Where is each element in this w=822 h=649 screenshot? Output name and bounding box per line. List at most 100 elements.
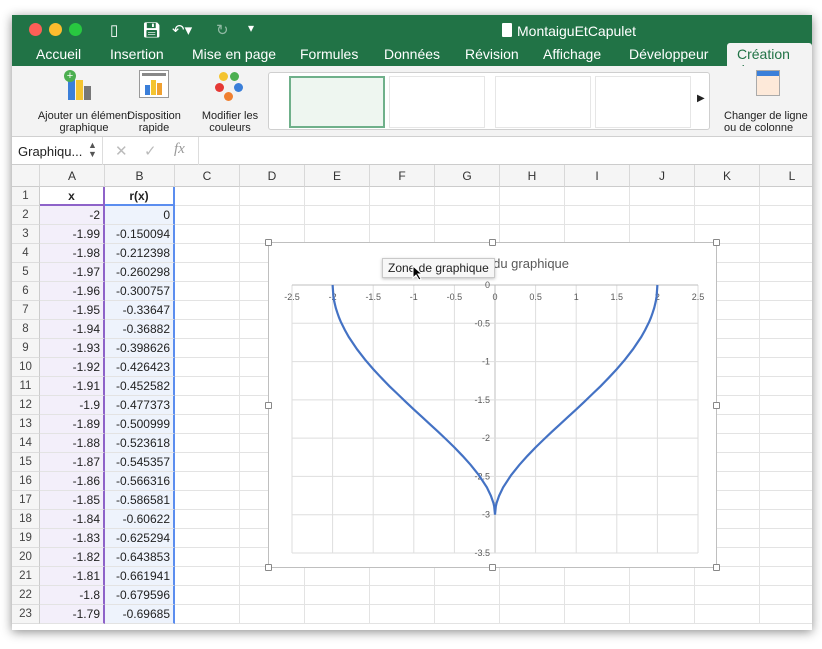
column-header-A[interactable]: A <box>40 165 105 187</box>
zoom-button[interactable] <box>69 23 82 36</box>
cell[interactable] <box>760 282 812 301</box>
header-cell[interactable] <box>240 187 305 206</box>
quick-layout-button[interactable]: Disposition rapide <box>122 70 186 134</box>
cell[interactable] <box>370 567 435 586</box>
cell[interactable]: -1.93 <box>40 339 105 358</box>
close-button[interactable] <box>29 23 42 36</box>
tab-revision[interactable]: Révision <box>465 46 519 62</box>
gallery-next-icon[interactable]: ▶ <box>697 93 705 104</box>
cell[interactable]: -1.8 <box>40 586 105 605</box>
column-header-J[interactable]: J <box>630 165 695 187</box>
row-header[interactable]: 23 <box>12 605 40 624</box>
cell[interactable] <box>175 358 240 377</box>
cell[interactable] <box>760 434 812 453</box>
cell[interactable]: -1.94 <box>40 320 105 339</box>
cell[interactable]: -2 <box>40 206 105 225</box>
row-header[interactable]: 12 <box>12 396 40 415</box>
row-header[interactable]: 5 <box>12 263 40 282</box>
chart-style-1[interactable] <box>289 76 385 128</box>
cell[interactable]: -1.87 <box>40 453 105 472</box>
cell[interactable]: -0.452582 <box>105 377 175 396</box>
cell[interactable] <box>760 605 812 624</box>
cell[interactable]: -0.545357 <box>105 453 175 472</box>
header-cell[interactable]: r(x) <box>105 187 175 206</box>
row-header[interactable]: 7 <box>12 301 40 320</box>
cell[interactable] <box>175 377 240 396</box>
cell[interactable]: -0.523618 <box>105 434 175 453</box>
row-header[interactable]: 13 <box>12 415 40 434</box>
undo-icon[interactable]: ↶▾ <box>172 21 192 39</box>
row-header[interactable]: 6 <box>12 282 40 301</box>
cell[interactable] <box>240 567 305 586</box>
cell[interactable] <box>175 396 240 415</box>
cell[interactable] <box>175 282 240 301</box>
header-cell[interactable] <box>760 187 812 206</box>
row-header[interactable]: 21 <box>12 567 40 586</box>
chart-style-2[interactable] <box>389 76 485 128</box>
row-header[interactable]: 20 <box>12 548 40 567</box>
sidebar-toggle-icon[interactable]: ▯ <box>110 21 118 39</box>
select-all-corner[interactable] <box>12 165 40 187</box>
cell[interactable] <box>760 491 812 510</box>
column-header-G[interactable]: G <box>435 165 500 187</box>
cell[interactable] <box>500 206 565 225</box>
cell[interactable] <box>760 586 812 605</box>
minimize-button[interactable] <box>49 23 62 36</box>
cell[interactable] <box>760 396 812 415</box>
cell[interactable]: -0.150094 <box>105 225 175 244</box>
row-header[interactable]: 16 <box>12 472 40 491</box>
cell[interactable] <box>760 472 812 491</box>
cell[interactable] <box>175 339 240 358</box>
column-header-L[interactable]: L <box>760 165 812 187</box>
cell[interactable]: -0.661941 <box>105 567 175 586</box>
cell[interactable] <box>565 206 630 225</box>
cell[interactable] <box>240 586 305 605</box>
cell[interactable]: -0.643853 <box>105 548 175 567</box>
header-cell[interactable] <box>500 187 565 206</box>
cell[interactable] <box>695 605 760 624</box>
cell[interactable]: -1.83 <box>40 529 105 548</box>
cell[interactable]: -0.69685 <box>105 605 175 624</box>
cell[interactable] <box>630 567 695 586</box>
cell[interactable] <box>760 377 812 396</box>
cell[interactable] <box>175 415 240 434</box>
cell[interactable] <box>760 263 812 282</box>
cell[interactable] <box>435 605 500 624</box>
switch-row-column-button[interactable]: Changer de ligne ou de colonne <box>724 70 812 134</box>
cell[interactable] <box>305 567 370 586</box>
plot-area[interactable]: -2.5 -2 -1.5 -1 -0.5 0 0.5 1 1.5 2 2.50-0.5-1-1.5-… <box>269 243 718 569</box>
cell[interactable] <box>500 567 565 586</box>
confirm-icon[interactable]: ✓ <box>144 142 157 160</box>
customize-toolbar-icon[interactable]: ▾ <box>248 21 254 35</box>
tab-creation-graphique[interactable]: Création de <box>727 43 812 78</box>
cell[interactable] <box>565 586 630 605</box>
cell[interactable]: -0.300757 <box>105 282 175 301</box>
cell[interactable] <box>175 225 240 244</box>
cell[interactable] <box>175 567 240 586</box>
cancel-icon[interactable]: ✕ <box>115 142 128 160</box>
cell[interactable]: -0.398626 <box>105 339 175 358</box>
cell[interactable]: -0.36882 <box>105 320 175 339</box>
row-header[interactable]: 11 <box>12 377 40 396</box>
header-cell[interactable] <box>435 187 500 206</box>
cell[interactable]: -1.91 <box>40 377 105 396</box>
cell[interactable] <box>370 586 435 605</box>
cell[interactable]: -1.98 <box>40 244 105 263</box>
tab-accueil[interactable]: Accueil <box>36 46 81 62</box>
cell[interactable]: -1.79 <box>40 605 105 624</box>
cell[interactable]: -0.500999 <box>105 415 175 434</box>
cell[interactable]: 0 <box>105 206 175 225</box>
header-cell[interactable]: x <box>40 187 105 206</box>
cell[interactable]: -0.212398 <box>105 244 175 263</box>
tab-insertion[interactable]: Insertion <box>110 46 164 62</box>
cell[interactable] <box>305 206 370 225</box>
cell[interactable] <box>435 206 500 225</box>
name-box-stepper-icon[interactable]: ▲ ▼ <box>88 141 97 159</box>
row-header[interactable]: 10 <box>12 358 40 377</box>
cell[interactable]: -1.85 <box>40 491 105 510</box>
row-header[interactable]: 2 <box>12 206 40 225</box>
cell[interactable]: -1.97 <box>40 263 105 282</box>
name-box[interactable]: Graphiqu... <box>18 144 82 159</box>
header-cell[interactable] <box>175 187 240 206</box>
cell[interactable]: -0.60622 <box>105 510 175 529</box>
